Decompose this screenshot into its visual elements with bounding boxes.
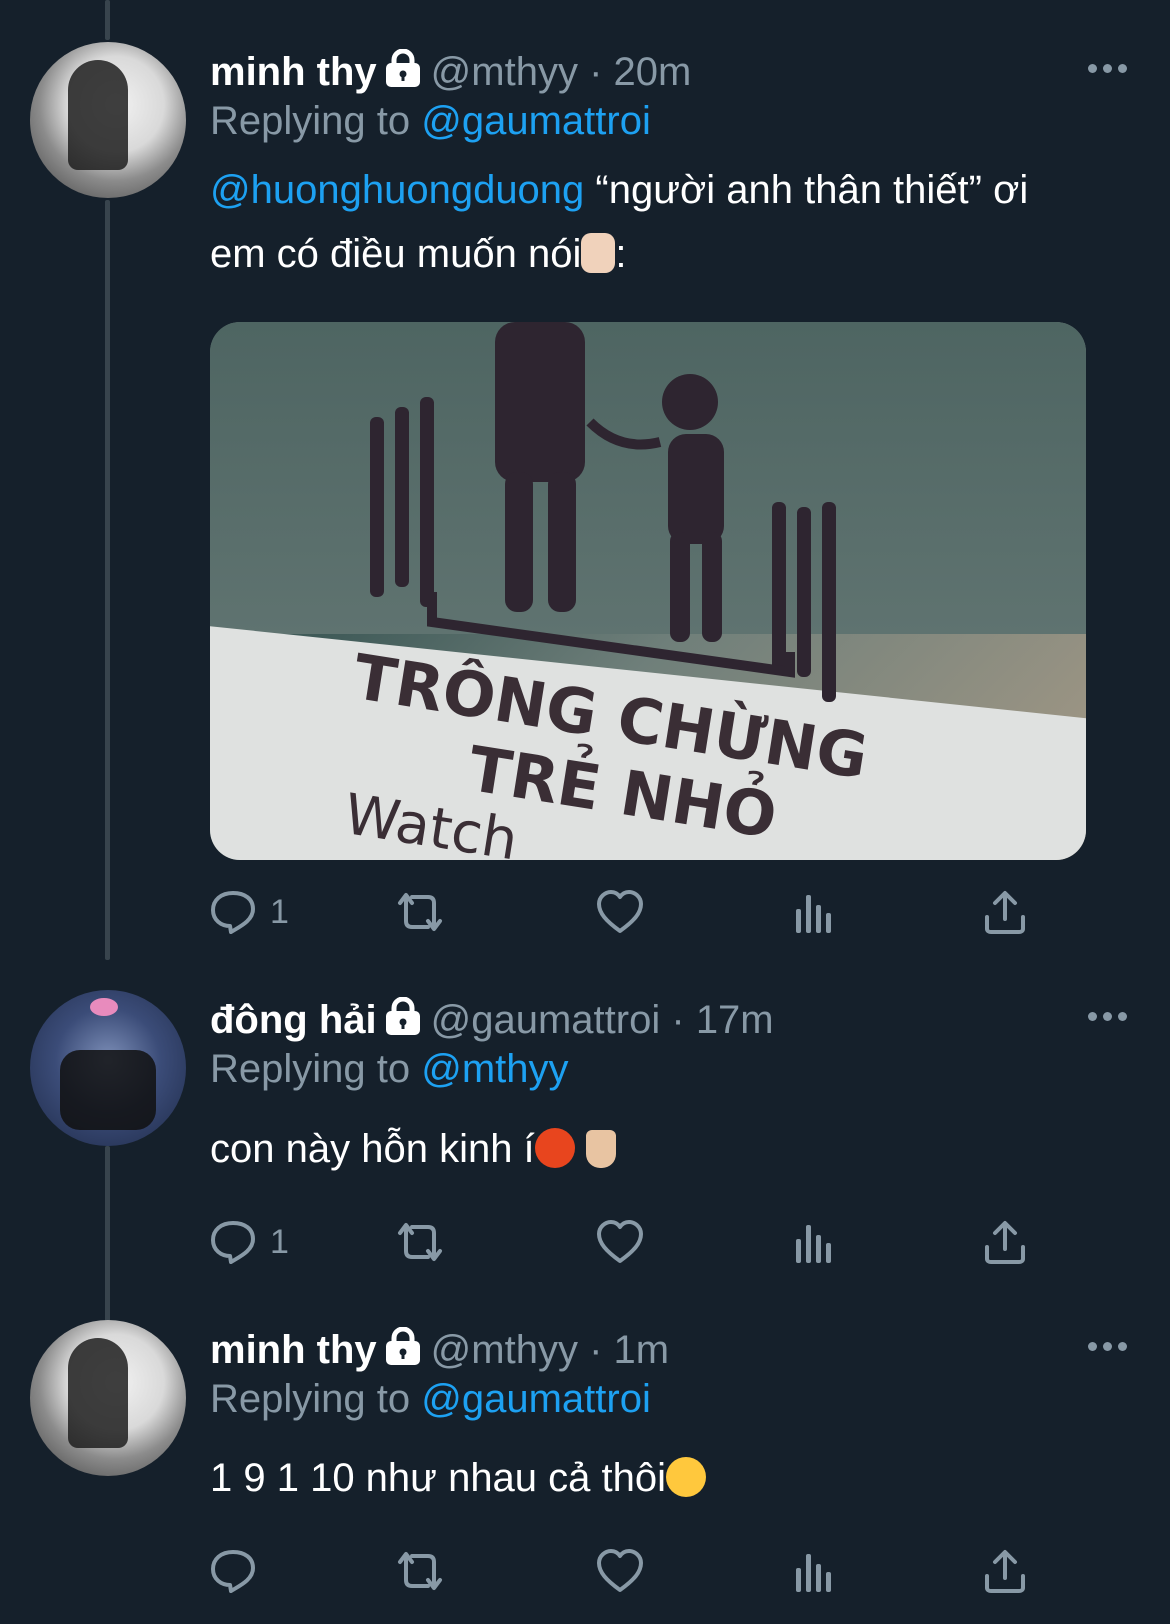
reply-count: 1 — [270, 1222, 289, 1261]
lock-icon — [383, 996, 423, 1048]
tweet-actions: 1 — [210, 1217, 1130, 1267]
like-button[interactable] — [596, 1546, 644, 1596]
reply-icon — [211, 891, 255, 934]
reply-button[interactable]: 1 — [210, 1217, 289, 1267]
share-icon — [985, 1550, 1025, 1593]
text-line-2: em có điều muốn nói — [210, 232, 582, 276]
tweet-header: minh thy @mthyy · 20m — [210, 48, 691, 100]
tweet-header: đông hải @gaumattroi · 17m — [210, 996, 774, 1048]
heart-icon — [597, 1220, 643, 1263]
more-options-icon[interactable] — [1088, 64, 1128, 76]
like-button[interactable] — [596, 1217, 644, 1267]
replying-prefix: Replying to — [210, 1377, 411, 1421]
share-button[interactable] — [982, 887, 1028, 937]
tweet-text: con này hỗn kinh í — [210, 1117, 1130, 1181]
display-name[interactable]: đông hải — [210, 998, 377, 1042]
retweet-icon — [398, 893, 442, 931]
person-gesturing-no-emoji-icon — [581, 233, 616, 273]
text-line-2-suffix: : — [615, 232, 627, 276]
tweet-image[interactable]: TRÔNG CHỪNG TRẺ NHỎ Watch — [210, 322, 1086, 860]
tweet-1[interactable]: minh thy @mthyy · 20m Replying to @gaumat… — [0, 0, 1170, 960]
replying-prefix: Replying to — [210, 99, 411, 143]
replying-to-link[interactable]: @gaumattroi — [421, 1377, 651, 1421]
separator: · — [589, 1328, 603, 1372]
replying-prefix: Replying to — [210, 1047, 411, 1091]
retweet-button[interactable] — [392, 1546, 448, 1596]
reply-icon — [211, 1221, 255, 1264]
share-icon — [985, 1221, 1025, 1264]
angry-face-emoji-icon — [534, 1128, 575, 1168]
retweet-button[interactable] — [392, 887, 448, 937]
separator: · — [589, 50, 603, 94]
share-button[interactable] — [982, 1546, 1028, 1596]
middle-finger-emoji-icon — [585, 1130, 616, 1168]
avatar-figure — [68, 60, 128, 170]
tweet-header: minh thy @mthyy · 1m — [210, 1326, 669, 1378]
retweet-icon — [398, 1552, 442, 1590]
share-icon — [985, 891, 1025, 934]
heart-eyes-emoji-icon — [666, 1457, 707, 1497]
reply-button[interactable]: 1 — [210, 887, 289, 937]
display-name[interactable]: minh thy — [210, 50, 377, 94]
tweet-text: 1 9 1 10 như nhau cả thôi — [210, 1446, 1130, 1510]
separator: · — [671, 998, 685, 1042]
timestamp[interactable]: 17m — [696, 998, 774, 1042]
retweet-icon — [398, 1223, 442, 1261]
tweet-actions — [210, 1546, 1130, 1596]
analytics-button[interactable] — [794, 1217, 834, 1267]
heart-icon — [597, 1549, 643, 1592]
reply-icon — [211, 1550, 255, 1593]
display-name[interactable]: minh thy — [210, 1328, 377, 1372]
timestamp[interactable]: 20m — [614, 50, 692, 94]
avatar-figure — [68, 1338, 128, 1448]
share-button[interactable] — [982, 1217, 1028, 1267]
avatar[interactable] — [30, 42, 186, 198]
avatar-accent — [90, 998, 118, 1016]
user-handle[interactable]: @gaumattroi — [431, 998, 661, 1042]
mention-link[interactable]: @huonghuongduong — [210, 168, 584, 212]
lock-icon — [383, 48, 423, 100]
analytics-icon — [796, 1225, 831, 1263]
avatar[interactable] — [30, 990, 186, 1146]
retweet-button[interactable] — [392, 1217, 448, 1267]
user-handle[interactable]: @mthyy — [431, 50, 578, 94]
replying-to-link[interactable]: @mthyy — [421, 1047, 568, 1091]
text-line-1: “người anh thân thiết” ơi — [584, 168, 1029, 212]
avatar-figure — [60, 1050, 156, 1130]
tweet-text: @huonghuongduong “người anh thân thiết” … — [210, 158, 1130, 286]
text: 1 9 1 10 như nhau cả thôi — [210, 1456, 667, 1500]
analytics-button[interactable] — [794, 887, 834, 937]
lock-icon — [383, 1326, 423, 1378]
tweet-2[interactable]: đông hải @gaumattroi · 17m Replying to @m… — [0, 960, 1170, 1290]
tweet-3[interactable]: minh thy @mthyy · 1m Replying to @gaumatt… — [0, 1290, 1170, 1624]
timestamp[interactable]: 1m — [614, 1328, 670, 1372]
replying-to-link[interactable]: @gaumattroi — [421, 99, 651, 143]
avatar[interactable] — [30, 1320, 186, 1476]
text: con này hỗn kinh í — [210, 1127, 535, 1171]
reply-count: 1 — [270, 892, 289, 931]
more-options-icon[interactable] — [1088, 1012, 1128, 1024]
replying-to: Replying to @mthyy — [210, 1045, 569, 1093]
replying-to: Replying to @gaumattroi — [210, 97, 651, 145]
reply-button[interactable] — [210, 1546, 270, 1596]
more-options-icon[interactable] — [1088, 1342, 1128, 1354]
tweet-actions: 1 — [210, 887, 1130, 937]
heart-icon — [597, 890, 643, 933]
replying-to: Replying to @gaumattroi — [210, 1375, 651, 1423]
like-button[interactable] — [596, 887, 644, 937]
analytics-icon — [796, 895, 831, 933]
analytics-button[interactable] — [794, 1546, 834, 1596]
analytics-icon — [796, 1554, 831, 1592]
user-handle[interactable]: @mthyy — [431, 1328, 578, 1372]
